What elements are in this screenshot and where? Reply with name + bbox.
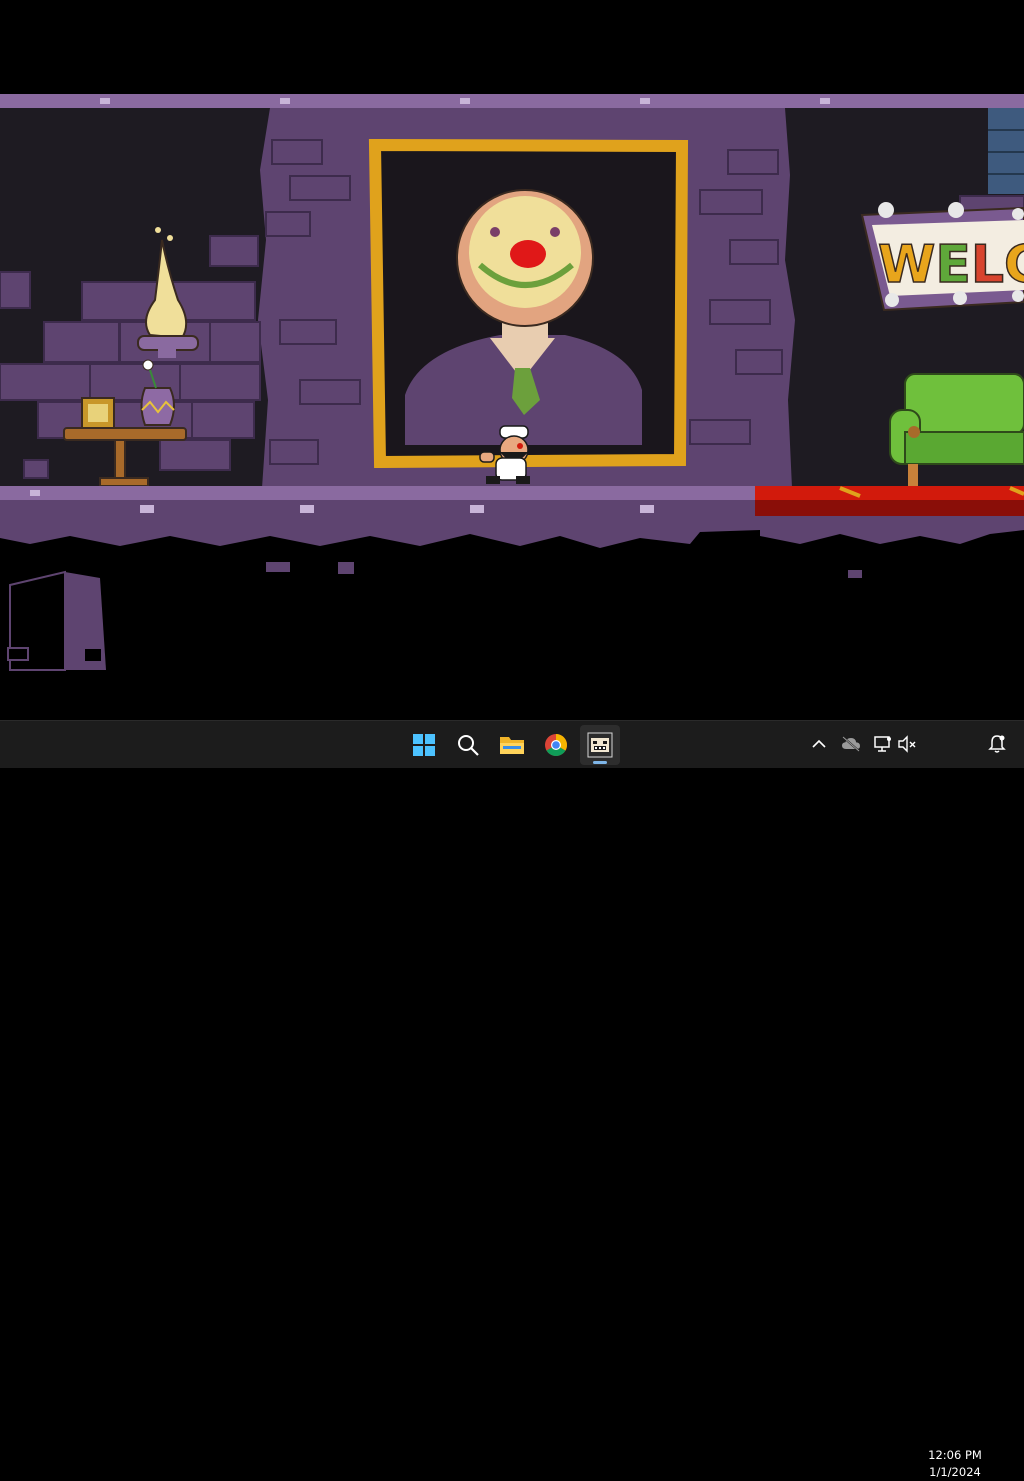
pizza-tower-button[interactable] — [580, 725, 620, 765]
search-button[interactable] — [448, 725, 488, 765]
notification-center-button[interactable] — [986, 733, 1008, 755]
windows-start-icon — [413, 734, 435, 756]
volume-muted-icon — [898, 735, 916, 753]
network-icon — [874, 736, 891, 752]
chrome-icon — [545, 734, 567, 756]
notification-icon — [988, 735, 1006, 753]
clock-time: 12:06 PM — [928, 1448, 982, 1462]
portrait-painting — [368, 138, 689, 469]
sign-letter: C — [1004, 235, 1024, 295]
running-indicator — [593, 761, 607, 764]
game-scene: WELCO — [0, 94, 1024, 671]
pizza-tower-app-icon — [587, 732, 613, 758]
network-tray-button[interactable] — [872, 733, 894, 755]
cloud-offline-icon — [842, 736, 860, 752]
game-viewport[interactable]: WELCO — [0, 0, 1024, 720]
search-icon — [458, 735, 479, 756]
welcome-sign-text: WELCO — [878, 235, 1024, 295]
ceiling-ledge — [0, 94, 1024, 108]
folder-icon — [500, 737, 524, 754]
chrome-button[interactable] — [536, 725, 576, 765]
taskbar: 12:06 PM 1/1/2024 — [0, 720, 1024, 1479]
corner-box — [7, 570, 106, 671]
sign-letter: E — [935, 235, 971, 295]
volume-tray-button[interactable] — [896, 733, 918, 755]
sign-letter: W — [878, 235, 935, 295]
chevron-up-icon — [812, 739, 826, 748]
show-hidden-icons-button[interactable] — [808, 733, 830, 755]
system-clock[interactable]: 12:06 PM 1/1/2024 — [922, 1447, 988, 1481]
clock-date: 1/1/2024 — [929, 1465, 981, 1479]
onedrive-tray-button[interactable] — [840, 733, 862, 755]
start-button[interactable] — [404, 725, 444, 765]
welcome-sign: WELCO — [860, 202, 1024, 312]
file-explorer-button[interactable] — [492, 725, 532, 765]
sign-letter: L — [971, 235, 1004, 295]
